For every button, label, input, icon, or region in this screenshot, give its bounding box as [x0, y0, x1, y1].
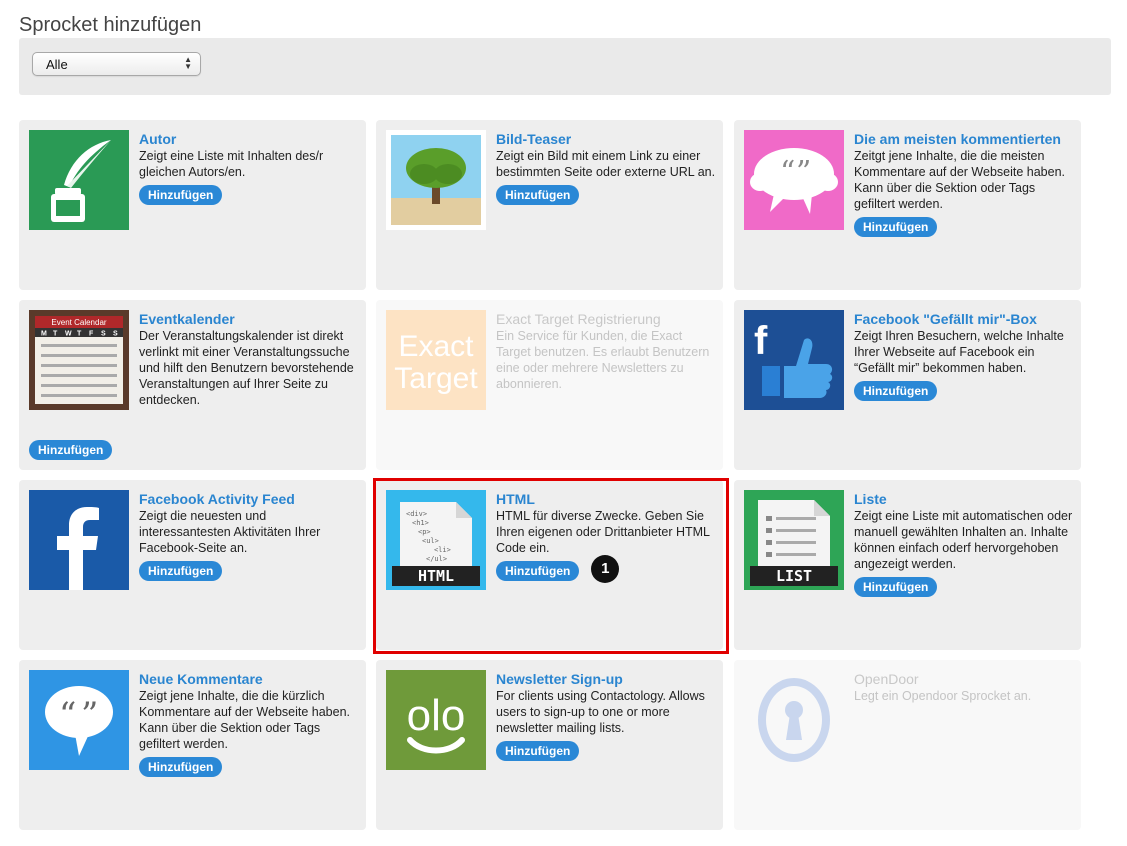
category-select-value: Alle	[46, 57, 68, 72]
add-button[interactable]: Hinzufügen	[139, 757, 223, 777]
sprocket-card-exact-target: Exact Target Exact Target Registrierung …	[376, 300, 723, 470]
sprocket-title[interactable]: Facebook "Gefällt mir"-Box	[854, 310, 1076, 328]
add-button[interactable]: Hinzufügen	[496, 185, 580, 205]
list-icon-label: LIST	[776, 567, 812, 585]
sprocket-title[interactable]: Eventkalender	[139, 310, 361, 328]
sprocket-card-facebook-feed: Facebook Activity Feed Zeigt die neueste…	[19, 480, 366, 650]
sprocket-card-facebook-like: f Facebook "Gefällt mir"-Box Zeigt Ihren…	[734, 300, 1081, 470]
sprocket-description: Legt ein Opendoor Sprocket an.	[854, 689, 1032, 703]
sprocket-description: Zeigt jene Inhalte, die die kürzlich Kom…	[139, 689, 351, 751]
sprocket-title[interactable]: Liste	[854, 490, 1076, 508]
sprocket-title: OpenDoor	[854, 671, 919, 687]
weekday-label: S	[101, 331, 106, 338]
sprocket-card-bild-teaser: Bild-Teaser Zeigt ein Bild mit einem Lin…	[376, 120, 723, 290]
keyhole-icon	[744, 670, 844, 770]
svg-text:“: “	[59, 695, 76, 735]
sprocket-description: Zeigt eine Liste mit automatischen oder …	[854, 509, 1073, 571]
sprocket-description: Zeitgt jene Inhalte, die die meisten Kom…	[854, 149, 1066, 211]
sprocket-card-liste: LIST Liste Zeigt eine Liste mit automati…	[734, 480, 1081, 650]
filter-bar: Alle ▲ ▼	[19, 38, 1111, 95]
sprocket-title[interactable]: Neue Kommentare	[139, 670, 361, 688]
comment-bubble-icon: “ ”	[29, 670, 129, 770]
weekday-label: T	[53, 331, 58, 338]
highlight-box	[373, 478, 729, 654]
sprocket-card-eventkalender: Event Calendar M T W T F S S Eventkalend…	[19, 300, 366, 470]
sprocket-description: Zeigt ein Bild mit einem Link zu einer b…	[496, 149, 716, 179]
tree-photo-icon	[386, 130, 486, 230]
quill-ink-icon	[29, 130, 129, 230]
add-button[interactable]: Hinzufügen	[139, 185, 223, 205]
event-calendar-icon: Event Calendar M T W T F S S	[29, 310, 129, 410]
sprocket-description: Ein Service für Kunden, die Exact Target…	[496, 329, 710, 391]
svg-text:”: ”	[81, 695, 98, 735]
weekday-label: S	[113, 331, 118, 338]
sprocket-card-autor: Autor Zeigt eine Liste mit Inhalten des/…	[19, 120, 366, 290]
sprocket-title[interactable]: Die am meisten kommentierten	[854, 130, 1076, 148]
add-button[interactable]: Hinzufügen	[29, 440, 113, 460]
sprocket-description: Der Veranstaltungskalender ist direkt ve…	[139, 329, 354, 407]
list-file-icon: LIST	[744, 490, 844, 590]
sprocket-description: Zeigt eine Liste mit Inhalten des/r glei…	[139, 149, 324, 179]
sprocket-card-neue-kommentare: “ ” Neue Kommentare Zeigt jene Inhalte, …	[19, 660, 366, 830]
add-button[interactable]: Hinzufügen	[854, 381, 938, 401]
contactology-label: olo	[407, 691, 466, 740]
exact-target-icon: Exact Target	[386, 310, 486, 410]
sprocket-title[interactable]: Newsletter Sign-up	[496, 670, 718, 688]
sprocket-title: Exact Target Registrierung	[496, 311, 661, 327]
contactology-icon: olo	[386, 670, 486, 770]
speech-bubbles-icon: “ ”	[744, 130, 844, 230]
weekday-label: F	[89, 331, 94, 338]
sprocket-card-meist-kommentiert: “ ” Die am meisten kommentierten Zeitgt …	[734, 120, 1081, 290]
add-button[interactable]: Hinzufügen	[854, 577, 938, 597]
add-button[interactable]: Hinzufügen	[496, 741, 580, 761]
svg-text:f: f	[754, 319, 768, 363]
sprocket-title[interactable]: Autor	[139, 130, 361, 148]
page-title: Sprocket hinzufügen	[19, 14, 202, 36]
sprocket-title[interactable]: Facebook Activity Feed	[139, 490, 361, 508]
select-arrows-icon: ▲ ▼	[184, 55, 192, 71]
event-calendar-label: Event Calendar	[51, 318, 106, 327]
sprocket-card-opendoor: OpenDoor Legt ein Opendoor Sprocket an.	[734, 660, 1081, 830]
category-select[interactable]: Alle ▲ ▼	[32, 52, 201, 76]
sprocket-description: For clients using Contactology. Allows u…	[496, 689, 705, 735]
svg-text:”: ”	[796, 155, 811, 190]
svg-text:“: “	[780, 155, 795, 190]
add-button[interactable]: Hinzufügen	[139, 561, 223, 581]
add-button[interactable]: Hinzufügen	[854, 217, 938, 237]
exact-target-label: Exact	[398, 330, 474, 363]
weekday-label: W	[65, 331, 72, 338]
facebook-like-icon: f	[744, 310, 844, 410]
sprocket-description: Zeigt die neuesten und interessantesten …	[139, 509, 321, 555]
facebook-icon	[29, 490, 129, 590]
sprocket-title[interactable]: Bild-Teaser	[496, 130, 718, 148]
weekday-label: M	[41, 331, 47, 338]
weekday-label: T	[77, 331, 82, 338]
sprocket-description: Zeigt Ihren Besuchern, welche Inhalte Ih…	[854, 329, 1064, 375]
sprocket-card-newsletter: olo Newsletter Sign-up For clients using…	[376, 660, 723, 830]
exact-target-label: Target	[394, 362, 478, 395]
